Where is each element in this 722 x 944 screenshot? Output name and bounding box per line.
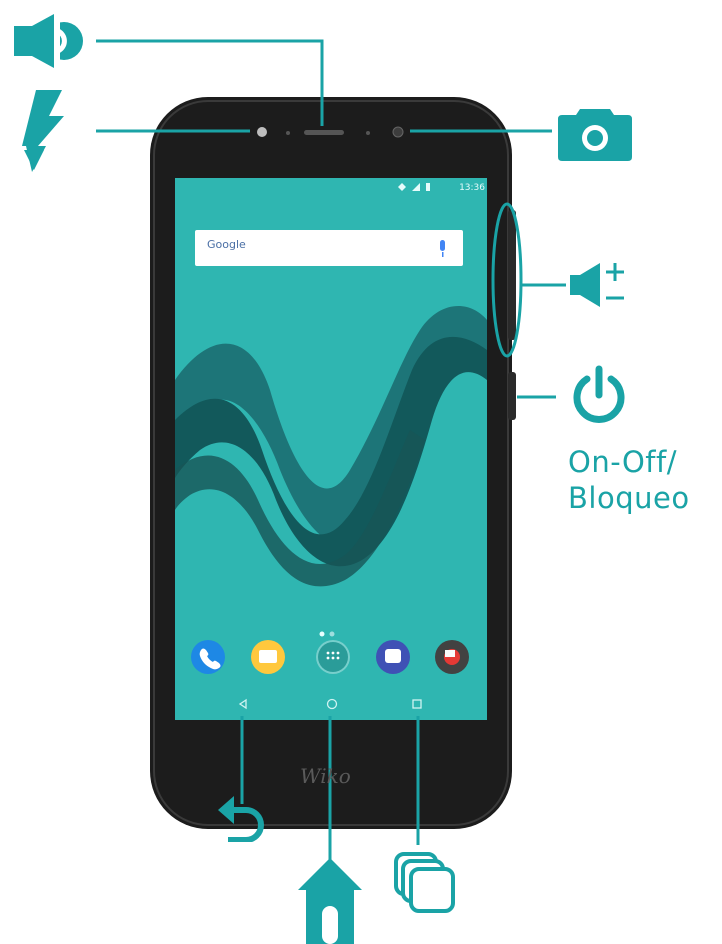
status-bar: 13:36: [392, 180, 487, 196]
earpiece: [304, 130, 344, 135]
onoff-label-line2: Bloqueo: [568, 481, 690, 515]
brand-logo-text: Wiko: [300, 764, 351, 788]
onoff-label-line1: On-Off/: [568, 445, 677, 479]
volume-up-down-icon: [570, 263, 624, 307]
power-side-button: [508, 372, 516, 420]
flash-icon: [22, 90, 64, 172]
camera-icon: [558, 109, 632, 161]
phone-app-icon: [191, 640, 225, 674]
mic-icon: [440, 240, 445, 251]
page-indicator: [319, 631, 325, 637]
back-icon: [218, 796, 264, 842]
power-icon: [573, 365, 625, 423]
recent-apps-icon: [394, 852, 455, 913]
home-icon: [298, 858, 362, 944]
status-time: 13:36: [459, 183, 485, 193]
brand-logo: Wiko: [300, 760, 351, 790]
speaker-icon: [14, 14, 83, 68]
onoff-lock-label: On-Off/ Bloqueo: [568, 444, 690, 516]
volume-rocker: [508, 210, 516, 340]
front-camera: [392, 126, 404, 138]
front-flash: [257, 127, 267, 137]
search-bar-logo: Google: [207, 238, 246, 251]
